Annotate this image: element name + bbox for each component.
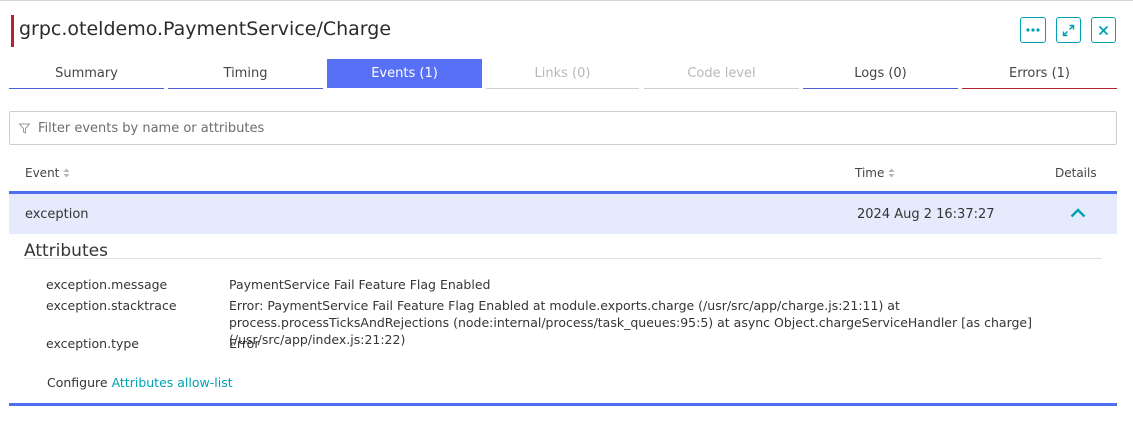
attribute-value: Error <box>229 336 260 351</box>
close-icon <box>1098 25 1109 35</box>
column-header-details: Details <box>1055 166 1097 180</box>
column-header-event[interactable]: Event <box>25 166 70 180</box>
tab-code-level: Code level <box>644 59 799 89</box>
sort-icon <box>888 168 895 178</box>
expand-arrows-icon <box>1062 24 1075 36</box>
top-border <box>0 0 1133 1</box>
attribute-value: PaymentService Fail Feature Flag Enabled <box>229 277 491 292</box>
error-accent-bar <box>11 15 14 47</box>
event-time: 2024 Aug 2 16:37:27 <box>857 207 995 222</box>
filter-box <box>9 111 1117 145</box>
ellipsis-icon <box>1026 28 1040 32</box>
tab-logs[interactable]: Logs (0) <box>803 59 958 89</box>
column-header-event-label: Event <box>25 166 60 180</box>
tab-summary[interactable]: Summary <box>9 59 164 89</box>
close-button[interactable] <box>1091 17 1116 43</box>
page-title: grpc.oteldemo.PaymentService/Charge <box>19 18 392 40</box>
filter-icon <box>19 123 30 134</box>
column-header-time[interactable]: Time <box>855 166 895 180</box>
sort-icon <box>63 168 70 178</box>
attribute-key: exception.stacktrace <box>46 298 177 313</box>
attribute-key: exception.message <box>46 277 168 292</box>
tab-links: Links (0) <box>486 59 639 89</box>
tab-errors[interactable]: Errors (1) <box>962 59 1117 89</box>
tab-bar: Summary Timing Events (1) Links (0) Code… <box>9 59 1117 89</box>
table-row[interactable]: exception 2024 Aug 2 16:37:27 <box>9 191 1117 234</box>
configure-line: Configure Attributes allow-list <box>47 375 233 390</box>
event-name: exception <box>25 207 89 222</box>
filter-events-input[interactable] <box>38 118 1038 138</box>
attribute-key: exception.type <box>46 336 139 351</box>
expand-button[interactable] <box>1056 17 1081 43</box>
tab-timing[interactable]: Timing <box>168 59 323 89</box>
column-header-time-label: Time <box>855 166 885 180</box>
panel-bottom-border <box>9 403 1117 406</box>
configure-label: Configure <box>47 375 108 390</box>
attributes-allow-list-link[interactable]: Attributes allow-list <box>112 375 233 390</box>
more-options-button[interactable] <box>1020 17 1046 43</box>
divider <box>24 258 1102 259</box>
chevron-up-icon[interactable] <box>1070 208 1086 218</box>
tab-events[interactable]: Events (1) <box>327 59 482 88</box>
